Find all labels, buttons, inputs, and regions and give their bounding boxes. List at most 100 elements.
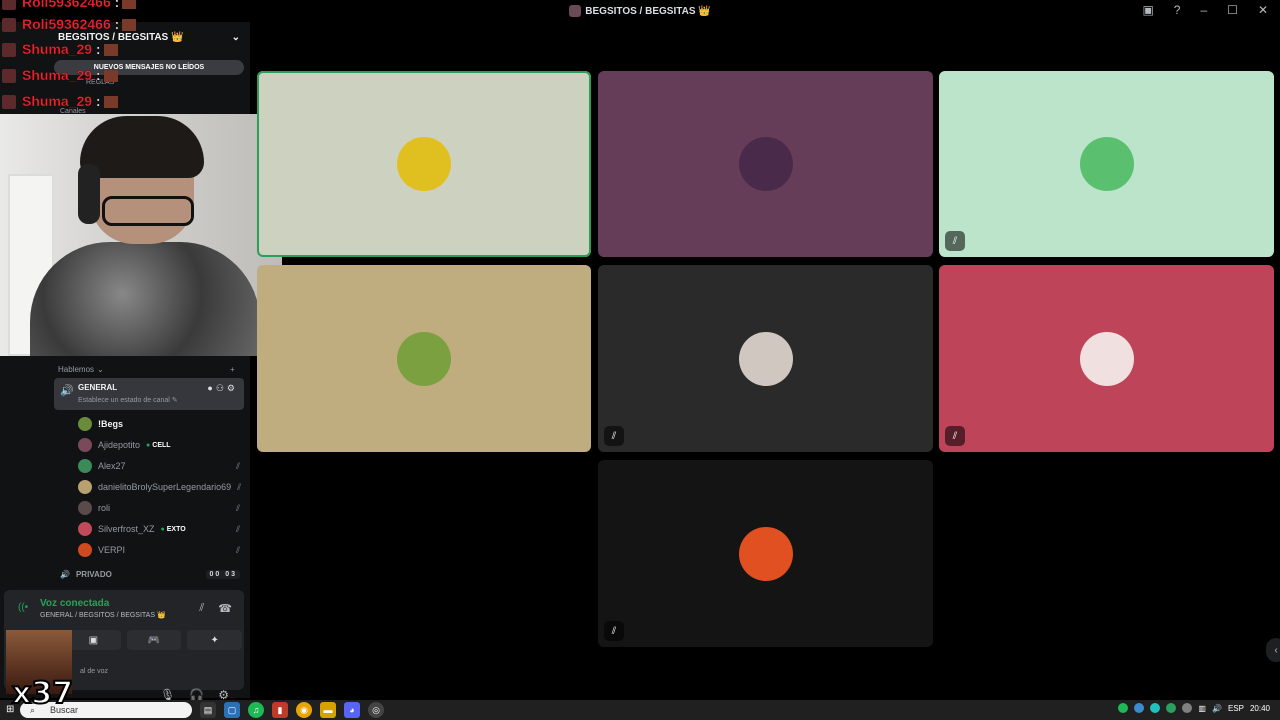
- maximize-icon[interactable]: ☐: [1227, 3, 1238, 17]
- chat-emote-icon: [103, 96, 118, 109]
- avatar: [78, 480, 92, 494]
- window-title: BEGSITOS / BEGSITAS 👑: [569, 5, 711, 17]
- participant-avatar: [1079, 137, 1134, 191]
- participant-tile[interactable]: ⫽: [598, 265, 933, 452]
- participant-avatar: [397, 137, 451, 191]
- activity-button[interactable]: 🎮: [126, 630, 182, 650]
- chrome-icon[interactable]: ◉: [296, 702, 312, 718]
- chat-line: Shuma_29 :: [22, 67, 118, 83]
- voice-channel-privado[interactable]: 🔊 PRIVADO 00 03: [60, 570, 240, 579]
- voice-panel-actions: ⫽ ☎: [199, 602, 232, 615]
- voice-location: GENERAL / BEGSITOS / BEGSITAS 👑: [40, 612, 166, 619]
- tray-app-icon[interactable]: [1182, 703, 1193, 713]
- volume-icon[interactable]: 🔊: [1212, 704, 1222, 713]
- gear-icon[interactable]: ⚙: [227, 383, 238, 393]
- help-icon[interactable]: ?: [1174, 3, 1181, 17]
- participant-tile[interactable]: ⫽: [598, 460, 933, 647]
- avatar: [78, 417, 92, 431]
- avatar: [78, 459, 92, 473]
- clock[interactable]: 20:40: [1250, 704, 1270, 713]
- voice-member[interactable]: Ajidepotito ● CELL: [78, 436, 240, 454]
- voice-member[interactable]: roli ⫽: [78, 499, 240, 517]
- chat-icon[interactable]: ●: [207, 383, 215, 393]
- voice-channel-name: GENERAL: [78, 383, 118, 392]
- participant-tile[interactable]: ⫽: [939, 71, 1274, 257]
- discord-icon[interactable]: ◕: [344, 702, 360, 718]
- voice-member[interactable]: Alex27 ⫽: [78, 457, 240, 475]
- window-title-text: BEGSITOS / BEGSITAS 👑: [585, 5, 711, 17]
- chat-badge-icon: [2, 95, 16, 109]
- voice-member[interactable]: VERPI ⫽: [78, 541, 240, 559]
- noise-suppression-icon[interactable]: ⫽: [199, 602, 204, 615]
- mic-off-icon: ⫽: [235, 460, 240, 471]
- chat-line: Shuma_29 :: [22, 93, 118, 109]
- tray-app-icon[interactable]: [1134, 703, 1145, 713]
- share-screen-button[interactable]: ▣: [66, 630, 121, 650]
- task-view-icon[interactable]: ▤: [200, 702, 216, 718]
- participant-tile[interactable]: [257, 265, 591, 452]
- chat-separator: :: [92, 41, 101, 57]
- spotify-tray-icon[interactable]: [1118, 703, 1129, 713]
- soundboard-button[interactable]: ✦: [187, 630, 243, 650]
- activity-icon: ●: [160, 525, 165, 533]
- avatar: [78, 438, 92, 452]
- chat-username: Roli59362466: [22, 16, 111, 32]
- participant-tile[interactable]: [598, 71, 933, 257]
- member-name: !Begs: [98, 419, 124, 429]
- streamer-webcam-overlay: [0, 114, 282, 356]
- system-tray: ▥ 🔊 ESP 20:40: [1118, 703, 1270, 713]
- disconnect-icon[interactable]: ☎: [218, 602, 232, 615]
- signal-icon[interactable]: ((•: [18, 602, 28, 613]
- inbox-icon[interactable]: ▣: [1142, 3, 1153, 17]
- activity-label: EXTO: [166, 525, 186, 533]
- title-bar: BEGSITOS / BEGSITAS 👑 ▣ ? – ☐ ✕: [0, 0, 1280, 22]
- chat-separator: :: [110, 16, 120, 32]
- language-indicator[interactable]: ESP: [1228, 704, 1244, 713]
- app-icon[interactable]: ▮: [272, 702, 288, 718]
- tray-app-icon[interactable]: [1150, 703, 1161, 713]
- server-icon: [569, 5, 582, 17]
- category-hablemos[interactable]: Hablemos ⌄: [58, 365, 104, 374]
- voice-channel-general[interactable]: 🔊 GENERAL Establece un estado de canal ✎…: [54, 378, 244, 410]
- chat-badge-icon: [2, 69, 16, 83]
- channel-status-text: Establece un estado de canal: [78, 397, 170, 404]
- mic-off-icon: ⫽: [235, 523, 240, 534]
- close-icon[interactable]: ✕: [1258, 3, 1268, 17]
- spotify-icon[interactable]: ♫: [248, 702, 264, 718]
- windows-taskbar: ⊞ ⌕ Buscar ▤ ▢ ♫ ▮ ◉ ▬ ◕ ◎ ▥ 🔊 ESP 20:40: [0, 700, 1280, 720]
- participant-tile[interactable]: [257, 71, 591, 257]
- tray-app-icon[interactable]: [1166, 703, 1177, 713]
- chat-line: Roli59362466 :: [22, 0, 137, 10]
- invite-icon[interactable]: ⚇: [216, 383, 227, 393]
- mic-off-icon: ⫽: [945, 231, 965, 251]
- participant-tile[interactable]: ⫽: [939, 265, 1274, 452]
- chat-separator: :: [92, 93, 101, 109]
- chevron-down-icon: ⌄: [231, 31, 240, 43]
- speaker-icon: 🔊: [60, 570, 70, 579]
- folder-icon[interactable]: ▬: [320, 702, 336, 718]
- collapse-member-list-icon[interactable]: ‹: [1266, 638, 1280, 662]
- window-controls: ▣ ? – ☐ ✕: [1142, 3, 1268, 17]
- voice-channel-name: PRIVADO: [75, 570, 112, 579]
- participant-avatar: [738, 526, 793, 581]
- channel-actions: ●⚇⚙: [207, 383, 238, 394]
- obs-icon[interactable]: ◎: [368, 702, 384, 718]
- member-name: Ajidepotito: [98, 440, 141, 450]
- minimize-icon[interactable]: –: [1200, 3, 1207, 17]
- participant-avatar: [397, 331, 451, 386]
- voice-member[interactable]: danielitoBrolySuperLegendario69 ⫽: [78, 478, 241, 496]
- chat-emote-icon: [103, 70, 118, 83]
- network-icon[interactable]: ▥: [1198, 704, 1206, 713]
- emote-counter: x37: [11, 675, 74, 712]
- chat-emote-icon: [103, 44, 118, 57]
- file-app-icon[interactable]: ▢: [224, 702, 240, 718]
- chat-line: Roli59362466 :: [22, 16, 137, 32]
- voice-member[interactable]: !Begs: [78, 415, 240, 433]
- voice-member[interactable]: Silverfrost_XZ ● EXTO ⫽: [78, 520, 240, 538]
- category-hablemos-label: Hablemos: [58, 365, 95, 374]
- participant-avatar: [1079, 331, 1134, 386]
- channel-status[interactable]: Establece un estado de canal ✎: [78, 396, 178, 404]
- add-channel-icon[interactable]: +: [230, 365, 235, 374]
- voice-status[interactable]: Voz conectada: [40, 598, 109, 609]
- user-panel-status: al de voz: [80, 668, 109, 675]
